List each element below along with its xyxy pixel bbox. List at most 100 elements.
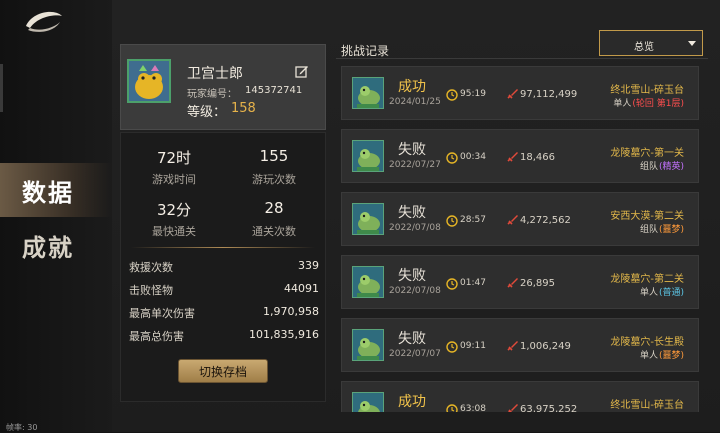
record-date: 2022/07/08 — [389, 286, 441, 296]
result-text: 成功 — [398, 394, 426, 410]
avatar-character-icon — [129, 61, 169, 101]
result-text: 失败 — [398, 205, 426, 221]
records-title: 挑战记录 — [341, 44, 390, 58]
stat-row: 击败怪物 44091 — [129, 282, 319, 298]
clock-icon — [446, 152, 458, 164]
stat-row-label: 最高总伤害 — [129, 330, 184, 343]
player-name: 卫宫士郎 — [187, 66, 243, 82]
result-text: 成功 — [398, 79, 426, 95]
filter-dropdown[interactable]: 总览 — [599, 30, 703, 56]
player-id-value: 145372741 — [245, 85, 303, 96]
record-mode: 单人(普通) — [640, 285, 684, 298]
stat-row: 最高总伤害 101,835,916 — [129, 328, 319, 344]
record-row[interactable]: 失败 2022/07/07 09:11 1,006,249 龙陵墓穴-长生殿 单… — [341, 318, 699, 372]
mode-text: 组队 — [639, 225, 658, 235]
character-thumbnail-icon — [353, 267, 383, 297]
sword-icon — [507, 404, 518, 412]
difficulty-tag: (精英) — [658, 162, 684, 172]
result-text: 失败 — [398, 142, 426, 158]
result-text: 失败 — [398, 268, 426, 284]
record-stage: 龙陵墓穴-第一关 — [610, 148, 684, 159]
left-rail: 数据 成就 帧率: 30 — [0, 0, 113, 432]
records-list[interactable]: 成功 2024/01/25 95:19 97,112,499 终北雪山-碎玉台 … — [341, 66, 699, 412]
record-damage: 1,006,249 — [520, 341, 571, 352]
sword-icon — [507, 215, 518, 225]
switch-save-button[interactable]: 切换存档 — [178, 359, 268, 383]
stats-panel: 72时 游戏时间 155 游玩次数 32分 最快通关 28 通关次数 救援次数 … — [120, 132, 326, 402]
difficulty-tag: (噩梦) — [658, 351, 684, 361]
nav-item-data[interactable]: 数据 — [0, 163, 112, 217]
record-row[interactable]: 成功 2024/01/25 95:19 97,112,499 终北雪山-碎玉台 … — [341, 66, 699, 120]
clear-count-label: 通关次数 — [252, 225, 296, 238]
stat-row-value: 339 — [298, 259, 319, 272]
player-avatar[interactable] — [127, 59, 171, 103]
nav-item-achievements[interactable]: 成就 — [0, 218, 112, 272]
character-thumbnail-icon — [353, 141, 383, 171]
clock-icon — [446, 215, 458, 227]
record-stage: 龙陵墓穴-长生殿 — [610, 337, 684, 348]
record-date: 2024/01/25 — [389, 97, 441, 107]
clock-icon — [446, 404, 458, 412]
record-stage: 龙陵墓穴-第二关 — [610, 274, 684, 285]
stat-row-value: 44091 — [284, 282, 319, 295]
record-duration: 63:08 — [460, 404, 486, 412]
record-row[interactable]: 失败 2022/07/08 28:57 4,272,562 安西大漠-第二关 组… — [341, 192, 699, 246]
record-damage: 26,895 — [520, 278, 555, 289]
play-time-label: 游戏时间 — [152, 173, 196, 186]
play-count-label: 游玩次数 — [252, 173, 296, 186]
sword-icon — [507, 152, 518, 162]
chevron-down-icon — [688, 41, 696, 46]
difficulty-tag: (轮回 第1层) — [632, 99, 684, 109]
record-row[interactable]: 成功 63:08 63,975,252 终北雪山-碎玉台 组队(噩梦) — [341, 381, 699, 412]
stage-thumbnail — [352, 140, 384, 172]
character-thumbnail-icon — [353, 330, 383, 360]
record-date: 2022/07/08 — [389, 223, 441, 233]
fastest-clear-value: 32分 — [156, 201, 192, 219]
player-id-label: 玩家编号： — [187, 89, 237, 100]
play-time-value: 72时 — [156, 149, 192, 167]
clear-count-value: 28 — [264, 199, 284, 217]
character-thumbnail-icon — [353, 204, 383, 234]
record-duration: 01:47 — [460, 278, 486, 288]
record-mode: 组队(精英) — [640, 159, 684, 172]
stat-row-value: 101,835,916 — [249, 328, 319, 341]
record-damage: 18,466 — [520, 152, 555, 163]
stat-row: 救援次数 339 — [129, 259, 319, 275]
stats-divider — [131, 247, 315, 248]
stat-row-value: 1,970,958 — [263, 305, 319, 318]
stat-row: 最高单次伤害 1,970,958 — [129, 305, 319, 321]
stage-thumbnail — [352, 392, 384, 412]
game-logo-icon — [26, 11, 62, 32]
sword-icon — [507, 278, 518, 288]
profile-card: 卫宫士郎 玩家编号： 145372741 等级： 158 — [120, 44, 326, 130]
record-duration: 00:34 — [460, 152, 486, 162]
sword-icon — [507, 341, 518, 351]
stage-thumbnail — [352, 203, 384, 235]
difficulty-tag: (普通) — [658, 288, 684, 298]
record-mode: 组队(噩梦) — [640, 222, 684, 235]
stat-row-label: 最高单次伤害 — [129, 307, 195, 320]
edit-name-icon[interactable] — [295, 64, 309, 78]
difficulty-tag: (噩梦) — [658, 225, 684, 235]
dropdown-selected: 总览 — [634, 42, 654, 53]
record-mode: 单人(轮回 第1层) — [613, 96, 684, 109]
result-text: 失败 — [398, 331, 426, 347]
rail-notch — [0, 64, 3, 112]
records-header-divider — [336, 58, 708, 59]
record-date: 2022/07/07 — [389, 349, 441, 359]
level-value: 158 — [231, 101, 256, 116]
record-damage: 63,975,252 — [520, 404, 578, 412]
mode-text: 单人 — [639, 351, 658, 361]
record-row[interactable]: 失败 2022/07/27 00:34 18,466 龙陵墓穴-第一关 组队(精… — [341, 129, 699, 183]
record-stage: 终北雪山-碎玉台 — [610, 85, 684, 96]
mode-text: 单人 — [613, 99, 632, 109]
record-duration: 28:57 — [460, 215, 486, 225]
stat-row-label: 救援次数 — [129, 261, 173, 274]
record-stage: 安西大漠-第二关 — [610, 211, 684, 222]
record-duration: 95:19 — [460, 89, 486, 99]
record-stage: 终北雪山-碎玉台 — [610, 400, 684, 411]
record-duration: 09:11 — [460, 341, 486, 351]
character-thumbnail-icon — [353, 78, 383, 108]
mode-text: 单人 — [639, 288, 658, 298]
record-row[interactable]: 失败 2022/07/08 01:47 26,895 龙陵墓穴-第二关 单人(普… — [341, 255, 699, 309]
